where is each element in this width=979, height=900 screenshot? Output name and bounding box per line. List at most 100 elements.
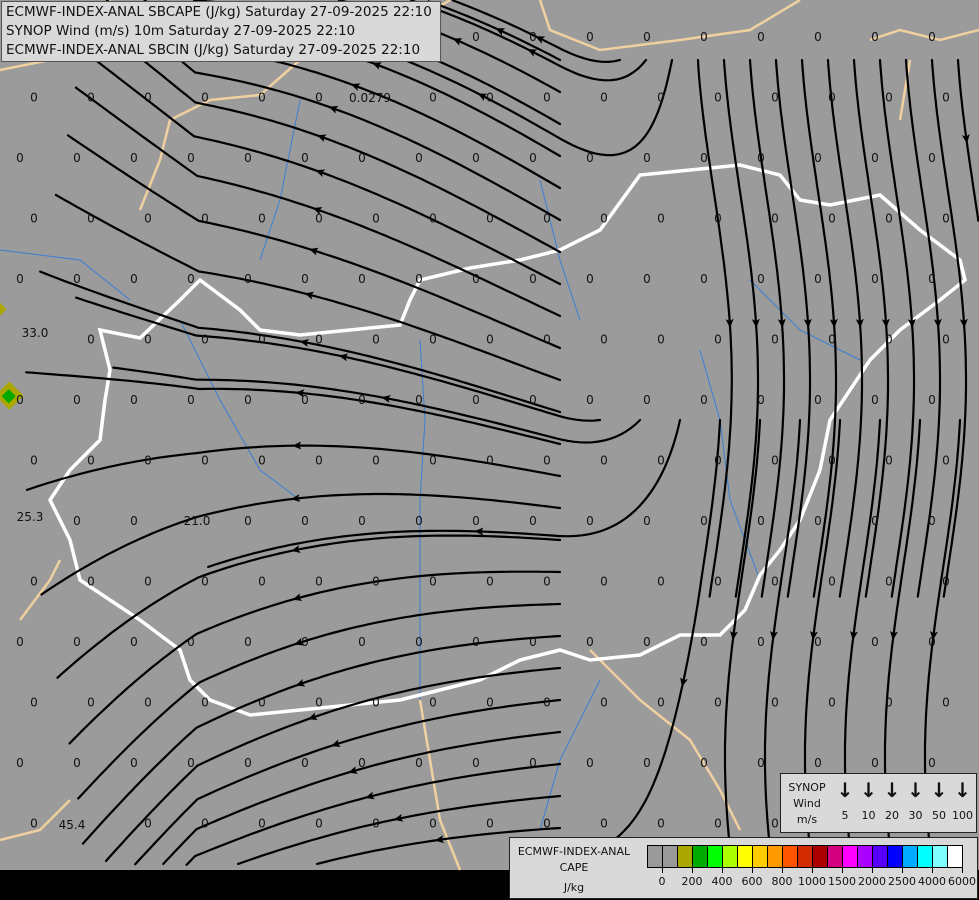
cape-legend-title-line: ECMWF-INDEX-ANAL — [517, 845, 631, 858]
cape-legend-title: ECMWF-INDEX-ANAL CAPE J/kg — [512, 844, 636, 896]
weather-map[interactable]: 0 0 0 0 0 0 0 0 0 0 0 0 0 0 0 0 0 0 0 0 0 0 0 0 0 0 0 0 0 0 0 0 0 0 0 0 0 0 0 0… — [0, 0, 979, 900]
cin-value-label: 0 — [657, 333, 665, 347]
cin-value-label: 0 — [16, 756, 24, 770]
cin-value-label: 0 — [244, 635, 252, 649]
cin-value-label: 0 — [472, 393, 480, 407]
cin-value-label: 0 — [586, 272, 594, 286]
cin-value-label: 0 — [871, 272, 879, 286]
cin-value-label: 0 — [529, 393, 537, 407]
wind-legend: SYNOP Wind m/s ↓ 5 ↓ 10 ↓ 20 ↓ 30 ↓ 50 ↓ 100 — [780, 773, 977, 833]
cin-value-label: 0 — [358, 635, 366, 649]
cape-color-swatch — [843, 846, 858, 867]
cin-value-label: 0 — [600, 333, 608, 347]
cin-value-label: 0 — [600, 696, 608, 710]
cin-value-label: 0 — [942, 696, 950, 710]
cin-value-label: 0 — [814, 514, 822, 528]
cin-value-label: 0 — [87, 91, 95, 105]
arrow-down-icon: ↓ — [907, 778, 924, 802]
cin-value-label: 0 — [429, 212, 437, 226]
cin-value-label: 0 — [372, 696, 380, 710]
cin-value-label: 0 — [429, 454, 437, 468]
cin-value-label: 0 — [928, 514, 936, 528]
cin-value-label: 0 — [486, 91, 494, 105]
cin-value-label: 0 — [87, 333, 95, 347]
cin-value-label: 0 — [30, 817, 38, 831]
cin-value-label: 0 — [757, 393, 765, 407]
cin-value-label: 0 — [529, 756, 537, 770]
cin-value-label: 0 — [771, 454, 779, 468]
cin-value-label: 0 — [87, 696, 95, 710]
cin-value-label: 0 — [258, 575, 266, 589]
cin-value-label: 0 — [643, 272, 651, 286]
cin-value-label: 0 — [871, 30, 879, 44]
cin-value-label: 0 — [472, 151, 480, 165]
cin-value-label: 0 — [130, 756, 138, 770]
cin-value-label: 0 — [258, 454, 266, 468]
cin-value-label: 0 — [771, 696, 779, 710]
cin-value-label: 0 — [472, 514, 480, 528]
cin-value-label: 0 — [771, 575, 779, 589]
cin-value-label: 25.3 — [17, 510, 44, 524]
cin-value-label: 0 — [529, 30, 537, 44]
cin-value-label: 0 — [814, 151, 822, 165]
cin-value-label: 0 — [543, 91, 551, 105]
cin-value-label: 0 — [130, 393, 138, 407]
cin-value-label: 0 — [757, 635, 765, 649]
cin-value-label: 0.0279 — [349, 91, 391, 105]
cin-value-label: 0 — [315, 91, 323, 105]
cape-color-swatch — [798, 846, 813, 867]
cin-value-label: 0 — [244, 151, 252, 165]
arrow-down-icon: ↓ — [930, 778, 948, 802]
cin-value-label: 0 — [700, 151, 708, 165]
wind-speed-label: 100 — [952, 809, 973, 822]
cin-value-label: 0 — [415, 393, 423, 407]
cin-value-label: 0 — [258, 212, 266, 226]
cin-value-label: 0 — [885, 575, 893, 589]
cape-color-swatch — [948, 846, 962, 867]
cin-value-label: 0 — [714, 454, 722, 468]
cin-value-label: 0 — [144, 817, 152, 831]
cin-value-label: 45.4 — [59, 818, 86, 832]
cin-value-label: 0 — [244, 756, 252, 770]
cin-value-label: 0 — [258, 91, 266, 105]
cin-value-label: 0 — [828, 696, 836, 710]
cin-value-label: 0 — [714, 333, 722, 347]
cin-value-label: 0 — [700, 756, 708, 770]
cin-value-label: 0 — [16, 635, 24, 649]
cin-value-label: 0 — [928, 151, 936, 165]
cin-value-label: 0 — [358, 514, 366, 528]
cin-value-label: 0 — [301, 393, 309, 407]
wind-speed-label: 30 — [908, 809, 923, 822]
cin-value-label: 0 — [643, 514, 651, 528]
cin-value-label: 0 — [928, 30, 936, 44]
cin-value-label: 0 — [529, 151, 537, 165]
cin-value-label: 0 — [30, 696, 38, 710]
wind-legend-entry: ↓ 30 — [904, 779, 928, 822]
cin-value-label: 0 — [486, 333, 494, 347]
cin-value-label: 0 — [372, 454, 380, 468]
wind-speed-label: 50 — [932, 809, 946, 822]
cape-color-swatch — [768, 846, 783, 867]
cin-value-label: 0 — [244, 514, 252, 528]
cin-value-label: 0 — [258, 817, 266, 831]
cin-value-label: 0 — [757, 30, 765, 44]
cin-value-label: 0 — [358, 151, 366, 165]
cin-value-label: 0 — [942, 91, 950, 105]
arrow-down-icon: ↓ — [954, 778, 971, 802]
cin-value-label: 0 — [258, 696, 266, 710]
cin-value-label: 0 — [429, 817, 437, 831]
cape-color-swatch — [648, 846, 663, 867]
arrow-down-icon: ↓ — [883, 778, 901, 802]
cin-value-label: 0 — [771, 212, 779, 226]
cin-value-label: 0 — [657, 575, 665, 589]
cape-color-swatch — [933, 846, 948, 867]
cin-value-label: 0 — [144, 333, 152, 347]
cin-value-label: 0 — [372, 333, 380, 347]
cin-value-label: 0 — [358, 393, 366, 407]
cin-value-label: 0 — [714, 212, 722, 226]
cin-value-label: 0 — [600, 212, 608, 226]
cape-color-swatch — [858, 846, 873, 867]
cin-value-label: 0 — [657, 454, 665, 468]
cin-value-label: 0 — [814, 635, 822, 649]
cin-value-label: 0 — [16, 272, 24, 286]
